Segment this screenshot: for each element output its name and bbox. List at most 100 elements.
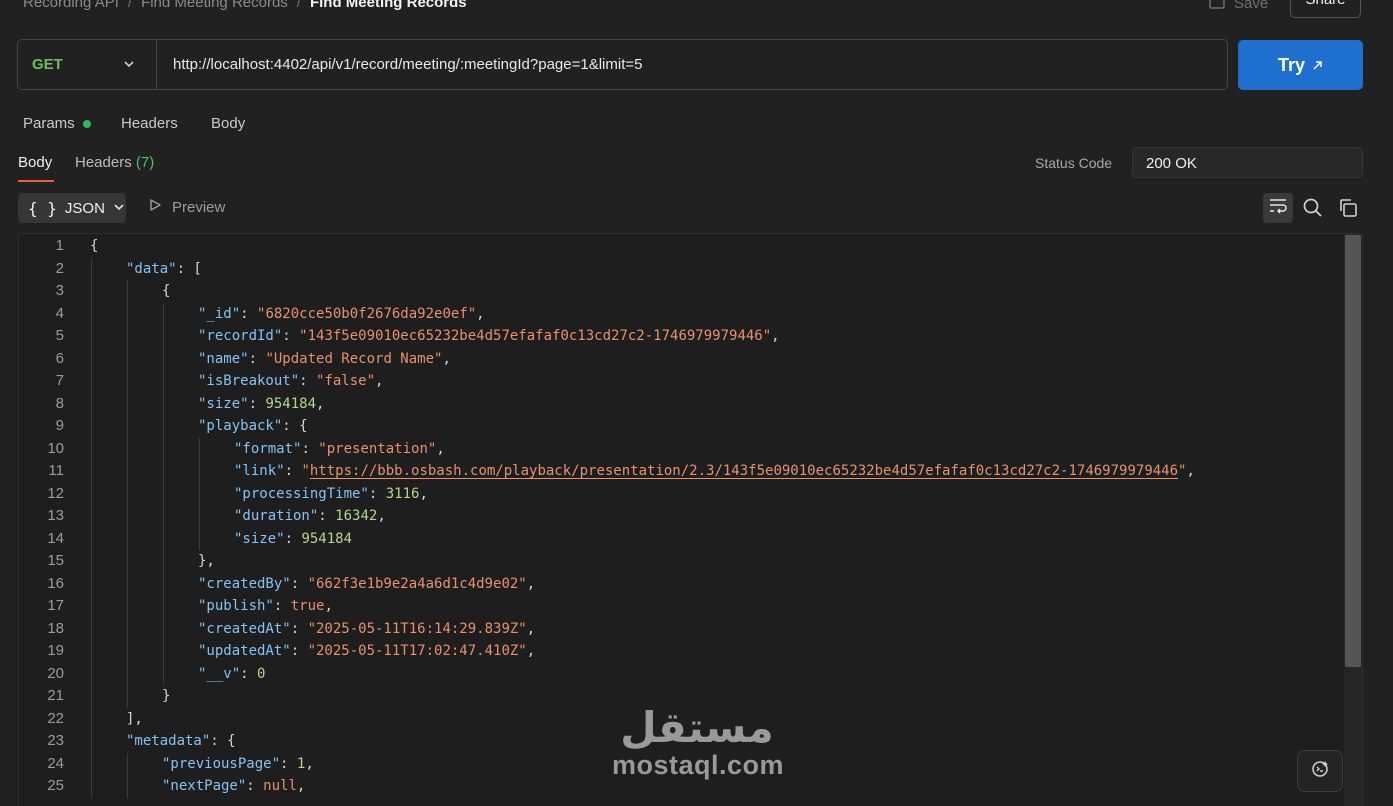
- line-number: 22: [47, 709, 64, 727]
- indent-guide: [127, 775, 128, 798]
- save-button[interactable]: Save: [1208, 0, 1268, 14]
- code-token: "size": [198, 395, 249, 412]
- indent-guide: [127, 685, 128, 708]
- indent-guide: [91, 392, 92, 415]
- status-code-label: Status Code: [1035, 155, 1113, 171]
- code-text: "_id": "6820cce50b0f2676da92e0ef",: [198, 303, 485, 326]
- code-token: ,: [526, 575, 536, 592]
- indent-guide: [91, 347, 92, 370]
- code-text: "isBreakout": "false",: [198, 370, 383, 393]
- code-token: ,: [305, 755, 314, 772]
- code-token: "createdAt": [198, 620, 291, 637]
- code-token: },: [198, 553, 215, 569]
- code-line: 12 "processingTime": 3116,: [19, 482, 1346, 506]
- copy-button[interactable]: [1337, 197, 1359, 224]
- indent-guide: [91, 437, 92, 460]
- active-tab-indicator: [18, 180, 54, 182]
- code-line: 10 "format": "presentation",: [19, 437, 1346, 460]
- code-text: "__v": 0: [198, 663, 265, 686]
- code-token: :: [248, 350, 266, 367]
- indent-guide: [199, 505, 200, 528]
- indent-guide: [163, 370, 164, 393]
- code-text: "createdAt": "2025-05-11T16:14:29.839Z",: [198, 618, 535, 641]
- code-token: ,: [419, 485, 428, 502]
- line-number: 14: [47, 529, 64, 547]
- url-input[interactable]: http://localhost:4402/api/v1/record/meet…: [173, 56, 642, 73]
- code-token: : {: [282, 418, 308, 434]
- line-number: 7: [55, 372, 64, 389]
- indent-guide: [163, 482, 164, 505]
- watermark: مستقل mostaql.com: [612, 706, 785, 781]
- code-token: :: [290, 643, 308, 659]
- code-text: "size": 954184,: [198, 393, 324, 416]
- code-token: :: [282, 328, 300, 344]
- indent-guide: [163, 550, 164, 573]
- line-number: 15: [47, 552, 64, 569]
- code-line: 15},: [19, 550, 1346, 573]
- indent-guide: [91, 325, 92, 348]
- breadcrumb-collection[interactable]: Recording API: [23, 0, 119, 11]
- code-token: ],: [126, 710, 143, 727]
- indent-guide: [91, 685, 92, 708]
- code-token: :: [290, 575, 308, 592]
- save-label: Save: [1234, 0, 1269, 12]
- indent-guide: [127, 617, 128, 640]
- code-line: 14 "size": 954184: [19, 527, 1346, 551]
- code-token: "metadata": [126, 733, 211, 749]
- breadcrumb-folder[interactable]: Find Meeting Records: [141, 0, 288, 11]
- indent-guide: [163, 347, 164, 370]
- tab-body[interactable]: Body: [211, 115, 245, 132]
- response-tab-headers[interactable]: Headers (7): [75, 154, 154, 171]
- code-token: "recordId": [198, 328, 283, 344]
- code-line: 20 "__v": 0: [19, 662, 1346, 686]
- format-select[interactable]: { } JSON: [18, 193, 126, 223]
- code-token: "publish": [198, 598, 274, 614]
- indent-guide: [199, 482, 200, 505]
- code-line: 18 "createdAt": "2025-05-11T16:14:29.839Z…: [19, 617, 1346, 641]
- indent-guide: [91, 482, 92, 505]
- search-button[interactable]: [1302, 197, 1324, 224]
- code-token: }: [162, 688, 171, 704]
- code-text: "size": 954184: [234, 528, 352, 551]
- line-number: 21: [47, 687, 64, 704]
- method-select[interactable]: GET: [18, 40, 157, 89]
- code-token: ,: [526, 620, 536, 637]
- indent-guide: [91, 550, 92, 573]
- line-number: 10: [47, 439, 64, 457]
- code-token: :: [248, 395, 266, 412]
- indent-guide: [163, 302, 164, 325]
- line-number: 9: [55, 417, 64, 434]
- code-token: ": [301, 463, 310, 479]
- indent-guide: [127, 437, 128, 460]
- code-token: 954184: [265, 395, 317, 412]
- indent-guide: [91, 505, 92, 528]
- code-line: 9 "playback": {: [19, 415, 1346, 438]
- try-button[interactable]: Try: [1238, 40, 1363, 90]
- code-token: {: [90, 238, 99, 254]
- watermark-latin: mostaql.com: [612, 750, 785, 780]
- scrollbar-thumb[interactable]: [1345, 235, 1361, 667]
- share-button[interactable]: Share: [1290, 0, 1361, 18]
- indent-guide: [127, 325, 128, 348]
- line-number: 23: [47, 732, 64, 749]
- playback-link[interactable]: https://bbb.osbash.com/playback/presenta…: [310, 463, 1178, 479]
- breadcrumb-separator: /: [296, 0, 301, 11]
- code-token: :: [290, 620, 308, 637]
- tab-headers[interactable]: Headers: [121, 115, 178, 132]
- copy-icon: [1337, 199, 1359, 223]
- code-line: 1{: [19, 235, 1346, 258]
- code-line: 17 "publish": true,: [19, 595, 1346, 618]
- line-number: 25: [47, 777, 64, 794]
- line-number: 8: [55, 394, 64, 412]
- indent-guide: [163, 662, 164, 685]
- response-tab-body[interactable]: Body: [18, 154, 52, 171]
- code-text: "processingTime": 3116,: [234, 483, 428, 506]
- assistant-button[interactable]: [1297, 750, 1343, 792]
- preview-button[interactable]: Preview: [148, 198, 225, 216]
- tab-params[interactable]: Params: [23, 115, 75, 132]
- code-token: "updatedAt": [198, 643, 291, 659]
- code-token: :: [284, 463, 302, 479]
- indent-guide: [91, 752, 92, 775]
- code-token: "2025-05-11T17:02:47.410Z": [307, 643, 527, 659]
- wrap-lines-button[interactable]: [1263, 193, 1293, 223]
